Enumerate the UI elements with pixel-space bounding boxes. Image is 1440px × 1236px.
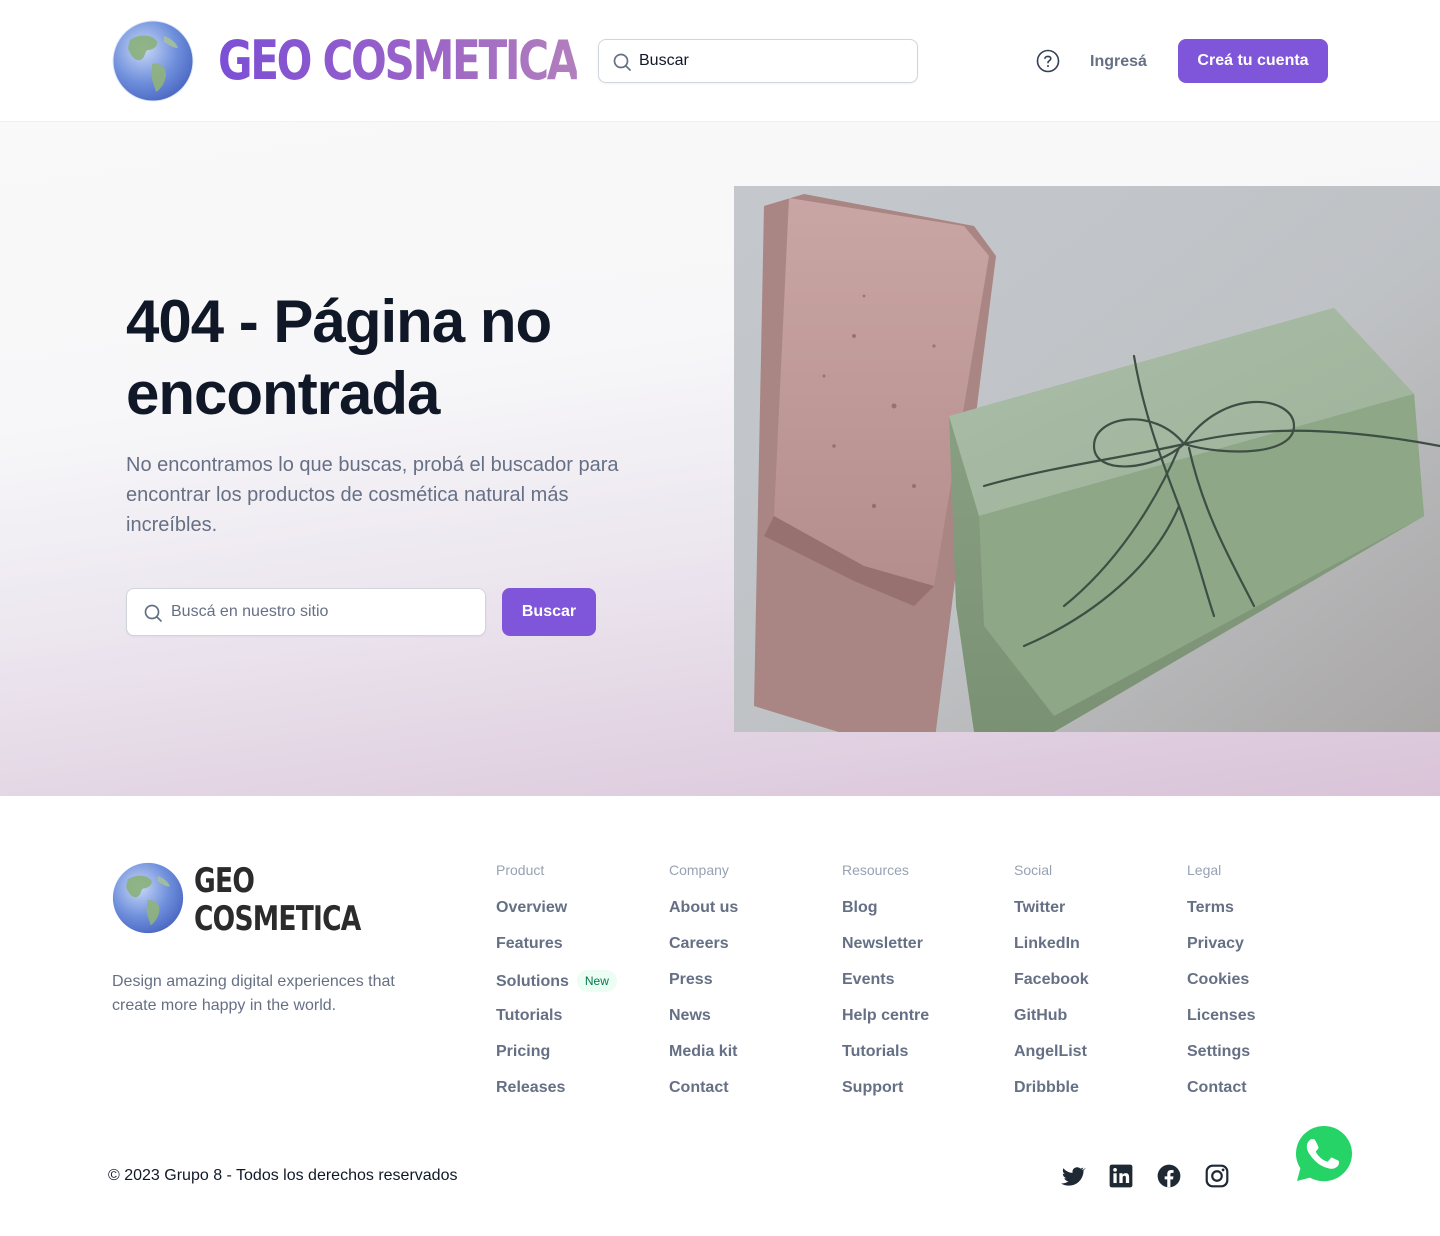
footer-link[interactable]: Help centre	[842, 1006, 1002, 1042]
footer-column-product: Product Overview Features Solutions New T…	[496, 862, 656, 1114]
footer-link[interactable]: Newsletter	[842, 934, 1002, 970]
signup-button[interactable]: Creá tu cuenta	[1178, 39, 1328, 83]
footer-link[interactable]: AngelList	[1014, 1042, 1174, 1078]
footer-column-company: Company About us Careers Press News Medi…	[669, 862, 829, 1114]
hero-search-button[interactable]: Buscar	[502, 588, 596, 636]
footer-link[interactable]: Careers	[669, 934, 829, 970]
footer-link[interactable]: Twitter	[1014, 898, 1174, 934]
footer-link[interactable]: Releases	[496, 1078, 656, 1114]
footer-link[interactable]: Contact	[669, 1078, 829, 1114]
footer-link[interactable]: Facebook	[1014, 970, 1174, 1006]
hero-search-box[interactable]	[126, 588, 486, 636]
footer-link[interactable]: Media kit	[669, 1042, 829, 1078]
facebook-icon[interactable]	[1156, 1163, 1182, 1189]
footer-link[interactable]: Blog	[842, 898, 1002, 934]
footer-link[interactable]: GitHub	[1014, 1006, 1174, 1042]
footer-column-title: Resources	[842, 862, 909, 878]
instagram-icon[interactable]	[1204, 1163, 1230, 1189]
twitter-icon[interactable]	[1060, 1163, 1086, 1189]
footer-column-social: Social Twitter LinkedIn Facebook GitHub …	[1014, 862, 1174, 1114]
soap-bars-image	[734, 186, 1440, 732]
footer-link[interactable]: Contact	[1187, 1078, 1347, 1114]
footer-column-title: Legal	[1187, 862, 1222, 878]
footer-link[interactable]: About us	[669, 898, 829, 934]
header-search-input[interactable]	[639, 40, 909, 82]
search-icon	[144, 604, 162, 622]
footer-link[interactable]: Terms	[1187, 898, 1347, 934]
help-circle-icon[interactable]	[1034, 47, 1062, 75]
footer-tagline: Design amazing digital experiences that …	[112, 973, 395, 1014]
linkedin-icon[interactable]	[1108, 1163, 1134, 1189]
brand-logo-text[interactable]: GEO COSMETICA	[218, 30, 579, 92]
footer-link[interactable]: Features	[496, 934, 656, 970]
footer-link[interactable]: LinkedIn	[1014, 934, 1174, 970]
footer-link[interactable]: Tutorials	[496, 1006, 656, 1042]
footer-link[interactable]: Privacy	[1187, 934, 1347, 970]
footer-link[interactable]: Overview	[496, 898, 656, 934]
globe-logo-icon[interactable]	[112, 20, 194, 102]
new-badge: New	[576, 970, 617, 992]
footer-column-resources: Resources Blog Newsletter Events Help ce…	[842, 862, 1002, 1114]
footer-link[interactable]: Dribbble	[1014, 1078, 1174, 1114]
footer-link[interactable]: Cookies	[1187, 970, 1347, 1006]
footer-link-solutions[interactable]: Solutions New	[496, 970, 656, 1006]
footer-brand-line2: COSMETICA	[194, 899, 361, 939]
page-title: 404 - Página no encontrada	[126, 288, 552, 427]
footer-column-title: Company	[669, 862, 729, 878]
footer-link[interactable]: News	[669, 1006, 829, 1042]
footer-column-title: Product	[496, 862, 545, 878]
footer-link[interactable]: Support	[842, 1078, 1002, 1114]
copyright-text: © 2023 Grupo 8 - Todos los derechos rese…	[108, 1167, 458, 1184]
hero-section: 404 - Página no encontrada No encontramo…	[0, 122, 1440, 796]
hero-search-input[interactable]	[171, 589, 471, 635]
footer-link[interactable]: Tutorials	[842, 1042, 1002, 1078]
site-header: GEO COSMETICA Ingresá Creá tu cuenta	[0, 0, 1440, 122]
header-search-box[interactable]	[598, 39, 918, 83]
footer-brand-line1: GEO	[194, 861, 255, 901]
footer-link[interactable]: Events	[842, 970, 1002, 1006]
hero-description: No encontramos lo que buscas, probá el b…	[126, 454, 619, 536]
footer-column-legal: Legal Terms Privacy Cookies Licenses Set…	[1187, 862, 1347, 1114]
footer-link[interactable]: Press	[669, 970, 829, 1006]
footer-link[interactable]: Licenses	[1187, 1006, 1347, 1042]
footer-link[interactable]: Pricing	[496, 1042, 656, 1078]
footer-brand-text[interactable]: GEO COSMETICA	[194, 862, 361, 938]
globe-logo-icon[interactable]	[112, 860, 184, 936]
login-link[interactable]: Ingresá	[1078, 40, 1159, 84]
footer-link-label: Solutions	[496, 973, 569, 990]
search-icon	[613, 53, 631, 71]
footer-link[interactable]: Settings	[1187, 1042, 1347, 1078]
whatsapp-icon[interactable]	[1288, 1118, 1360, 1190]
footer-column-title: Social	[1014, 862, 1053, 878]
